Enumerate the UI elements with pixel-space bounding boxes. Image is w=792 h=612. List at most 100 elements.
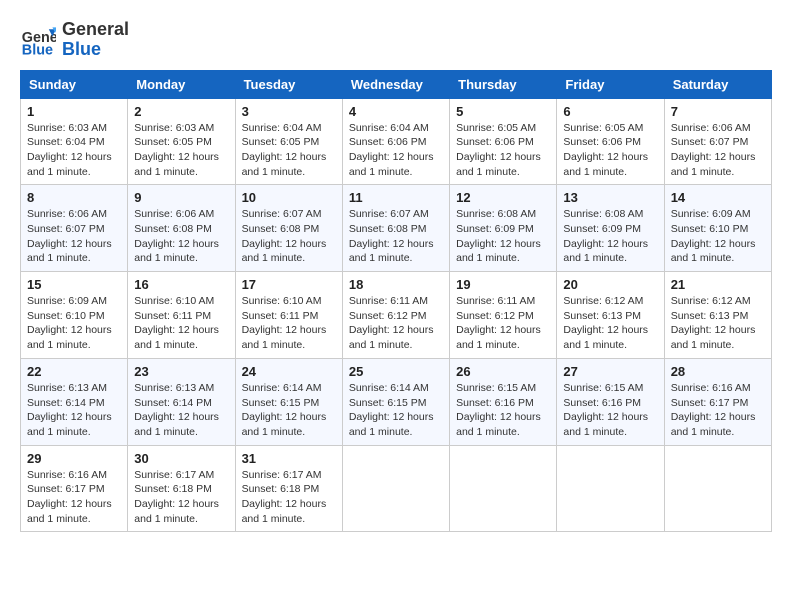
day-number: 31	[242, 451, 336, 466]
day-number: 13	[563, 190, 657, 205]
day-number: 15	[27, 277, 121, 292]
day-info: Sunrise: 6:04 AMSunset: 6:06 PMDaylight:…	[349, 122, 434, 178]
calendar-header-thursday: Thursday	[450, 70, 557, 98]
calendar-cell	[342, 445, 449, 532]
calendar-cell: 15 Sunrise: 6:09 AMSunset: 6:10 PMDaylig…	[21, 272, 128, 359]
day-number: 1	[27, 104, 121, 119]
calendar-header-wednesday: Wednesday	[342, 70, 449, 98]
calendar-cell: 11 Sunrise: 6:07 AMSunset: 6:08 PMDaylig…	[342, 185, 449, 272]
calendar-cell: 30 Sunrise: 6:17 AMSunset: 6:18 PMDaylig…	[128, 445, 235, 532]
day-number: 7	[671, 104, 765, 119]
day-info: Sunrise: 6:06 AMSunset: 6:07 PMDaylight:…	[671, 122, 756, 178]
day-number: 2	[134, 104, 228, 119]
day-info: Sunrise: 6:10 AMSunset: 6:11 PMDaylight:…	[134, 295, 219, 351]
calendar-cell	[450, 445, 557, 532]
day-info: Sunrise: 6:07 AMSunset: 6:08 PMDaylight:…	[349, 208, 434, 264]
calendar-cell: 7 Sunrise: 6:06 AMSunset: 6:07 PMDayligh…	[664, 98, 771, 185]
page-header: General Blue General Blue	[20, 20, 772, 60]
day-number: 19	[456, 277, 550, 292]
calendar-cell: 5 Sunrise: 6:05 AMSunset: 6:06 PMDayligh…	[450, 98, 557, 185]
calendar-week-4: 22 Sunrise: 6:13 AMSunset: 6:14 PMDaylig…	[21, 358, 772, 445]
calendar-table: SundayMondayTuesdayWednesdayThursdayFrid…	[20, 70, 772, 533]
calendar-cell: 2 Sunrise: 6:03 AMSunset: 6:05 PMDayligh…	[128, 98, 235, 185]
calendar-cell: 1 Sunrise: 6:03 AMSunset: 6:04 PMDayligh…	[21, 98, 128, 185]
day-number: 16	[134, 277, 228, 292]
day-number: 4	[349, 104, 443, 119]
day-info: Sunrise: 6:16 AMSunset: 6:17 PMDaylight:…	[27, 469, 112, 525]
day-info: Sunrise: 6:16 AMSunset: 6:17 PMDaylight:…	[671, 382, 756, 438]
calendar-cell: 28 Sunrise: 6:16 AMSunset: 6:17 PMDaylig…	[664, 358, 771, 445]
calendar-cell: 26 Sunrise: 6:15 AMSunset: 6:16 PMDaylig…	[450, 358, 557, 445]
calendar-cell: 23 Sunrise: 6:13 AMSunset: 6:14 PMDaylig…	[128, 358, 235, 445]
calendar-header-monday: Monday	[128, 70, 235, 98]
day-number: 3	[242, 104, 336, 119]
calendar-cell: 29 Sunrise: 6:16 AMSunset: 6:17 PMDaylig…	[21, 445, 128, 532]
calendar-cell: 18 Sunrise: 6:11 AMSunset: 6:12 PMDaylig…	[342, 272, 449, 359]
day-info: Sunrise: 6:17 AMSunset: 6:18 PMDaylight:…	[134, 469, 219, 525]
calendar-header-saturday: Saturday	[664, 70, 771, 98]
day-info: Sunrise: 6:14 AMSunset: 6:15 PMDaylight:…	[242, 382, 327, 438]
day-number: 30	[134, 451, 228, 466]
calendar-cell: 14 Sunrise: 6:09 AMSunset: 6:10 PMDaylig…	[664, 185, 771, 272]
calendar-cell: 22 Sunrise: 6:13 AMSunset: 6:14 PMDaylig…	[21, 358, 128, 445]
day-info: Sunrise: 6:03 AMSunset: 6:05 PMDaylight:…	[134, 122, 219, 178]
day-info: Sunrise: 6:15 AMSunset: 6:16 PMDaylight:…	[456, 382, 541, 438]
day-info: Sunrise: 6:05 AMSunset: 6:06 PMDaylight:…	[456, 122, 541, 178]
day-info: Sunrise: 6:13 AMSunset: 6:14 PMDaylight:…	[27, 382, 112, 438]
calendar-cell: 27 Sunrise: 6:15 AMSunset: 6:16 PMDaylig…	[557, 358, 664, 445]
day-info: Sunrise: 6:08 AMSunset: 6:09 PMDaylight:…	[563, 208, 648, 264]
calendar-cell: 16 Sunrise: 6:10 AMSunset: 6:11 PMDaylig…	[128, 272, 235, 359]
day-info: Sunrise: 6:06 AMSunset: 6:08 PMDaylight:…	[134, 208, 219, 264]
calendar-cell: 17 Sunrise: 6:10 AMSunset: 6:11 PMDaylig…	[235, 272, 342, 359]
day-number: 23	[134, 364, 228, 379]
calendar-week-3: 15 Sunrise: 6:09 AMSunset: 6:10 PMDaylig…	[21, 272, 772, 359]
day-number: 5	[456, 104, 550, 119]
day-info: Sunrise: 6:09 AMSunset: 6:10 PMDaylight:…	[27, 295, 112, 351]
day-number: 14	[671, 190, 765, 205]
day-number: 27	[563, 364, 657, 379]
day-info: Sunrise: 6:14 AMSunset: 6:15 PMDaylight:…	[349, 382, 434, 438]
day-number: 11	[349, 190, 443, 205]
day-number: 10	[242, 190, 336, 205]
calendar-header-row: SundayMondayTuesdayWednesdayThursdayFrid…	[21, 70, 772, 98]
day-number: 6	[563, 104, 657, 119]
day-number: 18	[349, 277, 443, 292]
day-info: Sunrise: 6:15 AMSunset: 6:16 PMDaylight:…	[563, 382, 648, 438]
day-info: Sunrise: 6:03 AMSunset: 6:04 PMDaylight:…	[27, 122, 112, 178]
day-number: 24	[242, 364, 336, 379]
day-number: 28	[671, 364, 765, 379]
day-number: 22	[27, 364, 121, 379]
calendar-cell: 31 Sunrise: 6:17 AMSunset: 6:18 PMDaylig…	[235, 445, 342, 532]
calendar-cell: 6 Sunrise: 6:05 AMSunset: 6:06 PMDayligh…	[557, 98, 664, 185]
day-info: Sunrise: 6:04 AMSunset: 6:05 PMDaylight:…	[242, 122, 327, 178]
calendar-cell: 12 Sunrise: 6:08 AMSunset: 6:09 PMDaylig…	[450, 185, 557, 272]
calendar-header-tuesday: Tuesday	[235, 70, 342, 98]
calendar-header-sunday: Sunday	[21, 70, 128, 98]
calendar-week-1: 1 Sunrise: 6:03 AMSunset: 6:04 PMDayligh…	[21, 98, 772, 185]
calendar-cell: 9 Sunrise: 6:06 AMSunset: 6:08 PMDayligh…	[128, 185, 235, 272]
day-info: Sunrise: 6:17 AMSunset: 6:18 PMDaylight:…	[242, 469, 327, 525]
calendar-cell: 4 Sunrise: 6:04 AMSunset: 6:06 PMDayligh…	[342, 98, 449, 185]
calendar-cell: 3 Sunrise: 6:04 AMSunset: 6:05 PMDayligh…	[235, 98, 342, 185]
calendar-cell: 24 Sunrise: 6:14 AMSunset: 6:15 PMDaylig…	[235, 358, 342, 445]
day-info: Sunrise: 6:13 AMSunset: 6:14 PMDaylight:…	[134, 382, 219, 438]
calendar-cell: 8 Sunrise: 6:06 AMSunset: 6:07 PMDayligh…	[21, 185, 128, 272]
day-number: 25	[349, 364, 443, 379]
calendar-header-friday: Friday	[557, 70, 664, 98]
logo-icon: General Blue	[20, 22, 56, 58]
day-info: Sunrise: 6:12 AMSunset: 6:13 PMDaylight:…	[671, 295, 756, 351]
calendar-cell: 21 Sunrise: 6:12 AMSunset: 6:13 PMDaylig…	[664, 272, 771, 359]
day-number: 9	[134, 190, 228, 205]
calendar-cell: 10 Sunrise: 6:07 AMSunset: 6:08 PMDaylig…	[235, 185, 342, 272]
day-number: 17	[242, 277, 336, 292]
day-info: Sunrise: 6:12 AMSunset: 6:13 PMDaylight:…	[563, 295, 648, 351]
day-number: 12	[456, 190, 550, 205]
day-info: Sunrise: 6:06 AMSunset: 6:07 PMDaylight:…	[27, 208, 112, 264]
day-number: 29	[27, 451, 121, 466]
day-info: Sunrise: 6:08 AMSunset: 6:09 PMDaylight:…	[456, 208, 541, 264]
calendar-cell: 13 Sunrise: 6:08 AMSunset: 6:09 PMDaylig…	[557, 185, 664, 272]
day-info: Sunrise: 6:11 AMSunset: 6:12 PMDaylight:…	[456, 295, 541, 351]
calendar-cell: 25 Sunrise: 6:14 AMSunset: 6:15 PMDaylig…	[342, 358, 449, 445]
calendar-week-5: 29 Sunrise: 6:16 AMSunset: 6:17 PMDaylig…	[21, 445, 772, 532]
calendar-cell: 19 Sunrise: 6:11 AMSunset: 6:12 PMDaylig…	[450, 272, 557, 359]
